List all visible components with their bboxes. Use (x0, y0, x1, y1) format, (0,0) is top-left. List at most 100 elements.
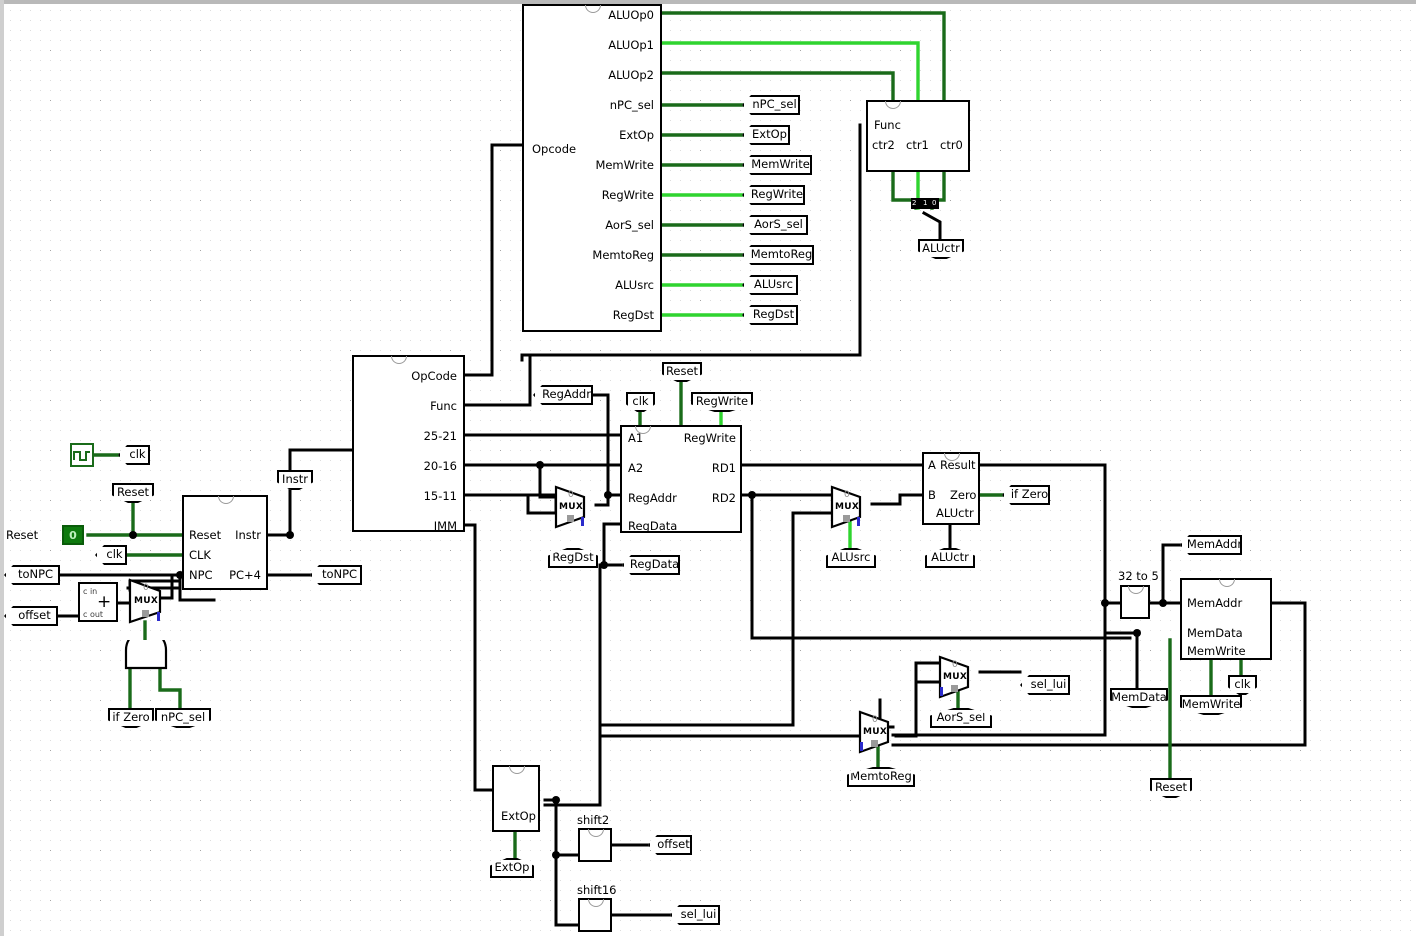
ifu-pin-npc: NPC (189, 568, 213, 582)
memory-block[interactable]: MemAddr MemData MemWrite (1180, 578, 1272, 660)
ifu-pin-clk: CLK (189, 548, 211, 562)
tag-alusrc[interactable]: ALUsrc (742, 275, 798, 295)
tag-regaddr[interactable]: RegAddr (533, 385, 593, 405)
tag-if-zero[interactable]: if Zero (1002, 485, 1050, 505)
regfile-pin-rd2: RD2 (711, 491, 736, 505)
wire-joiner-aluctr (921, 210, 942, 242)
mux-enable-pin-icon (581, 517, 584, 526)
regfile-pin-a2: A2 (628, 461, 644, 475)
wire-regaddr-tag (590, 393, 610, 497)
alu-pin-a: A (928, 458, 936, 472)
tag-aors-sel[interactable]: AorS_sel (742, 215, 808, 235)
junction-dot (286, 531, 294, 539)
wire-instr-to-decoder (288, 448, 354, 537)
mux-regdst[interactable]: 0 MUX (554, 485, 598, 529)
clock-source-icon[interactable] (70, 443, 94, 467)
block-notch-icon (585, 5, 601, 13)
func-pin-ctr2: ctr2 (872, 138, 895, 152)
control-pin-memtoreg: MemtoReg (592, 248, 654, 262)
alu-pin-aluctr: ALUctr (936, 506, 974, 520)
wire-aluop0 (660, 11, 946, 102)
tag-regdst[interactable]: RegDst (742, 305, 798, 325)
mux-alusrc[interactable]: 0 MUX (830, 485, 874, 529)
tag-offset-out[interactable]: offset (648, 835, 692, 855)
tag-memaddr[interactable]: MemAddr (1180, 535, 1242, 555)
tag-regwrite[interactable]: RegWrite (742, 185, 805, 205)
tag-tonpc-out[interactable]: toNPC (310, 565, 362, 585)
control-pin-memwrite: MemWrite (595, 158, 654, 172)
mux-enable-pin-icon (857, 517, 860, 526)
control-pin-alusrc: ALUsrc (615, 278, 654, 292)
func-pin-ctr1: ctr1 (906, 138, 929, 152)
regfile-pin-a1: A1 (628, 431, 644, 445)
junction-dot (552, 851, 560, 859)
junction-dot (1101, 599, 1109, 607)
regfile-pin-rd1: RD1 (711, 461, 736, 475)
instruction-decoder-block[interactable]: OpCode Func 25-21 20-16 15-11 IMM (352, 355, 465, 532)
mux-select-pin-icon (567, 515, 574, 522)
and-gate[interactable] (120, 628, 172, 670)
decoder-pin-25-21: 25-21 (423, 429, 457, 443)
regfile-pin-regwrite: RegWrite (683, 431, 736, 445)
control-pin-aluop2: ALUOp2 (608, 68, 654, 82)
block-notch-icon (1219, 579, 1235, 587)
control-unit-block[interactable]: Opcode ALUOp0 ALUOp1 ALUOp2 nPC_sel ExtO… (522, 4, 662, 332)
shift16-block[interactable] (578, 898, 612, 932)
ifu-block[interactable]: Reset CLK NPC Instr PC+4 (182, 495, 268, 590)
wire-imm-extop (463, 523, 494, 792)
mux-label: MUX (559, 502, 584, 512)
tag-sel-lui-in[interactable]: sel_lui (1020, 675, 1070, 695)
wire-ext-shift16 (543, 798, 580, 927)
tag-regdata[interactable]: RegData (622, 555, 680, 575)
mux-npc[interactable]: 0 MUX (128, 578, 168, 624)
junction-dot (604, 491, 612, 499)
tag-npc-sel[interactable]: nPC_sel (742, 95, 800, 115)
reset-input-pin[interactable]: 0 (62, 525, 84, 545)
bitwidth-converter-block[interactable] (1120, 585, 1150, 619)
wire-memaddr-tag (1161, 543, 1182, 605)
control-pin-regdst: RegDst (612, 308, 654, 322)
tag-offset-in[interactable]: offset (4, 606, 58, 626)
bus-joiner[interactable]: 2 1 0 (911, 198, 939, 209)
control-pin-regwrite: RegWrite (601, 188, 654, 202)
decoder-pin-imm: IMM (433, 519, 457, 533)
func-pin-ctr0: ctr0 (940, 138, 963, 152)
mux-select-pin-icon (871, 740, 878, 747)
ifu-pin-instr: Instr (235, 528, 261, 542)
mux-label: MUX (863, 727, 888, 737)
junction-dot (536, 461, 544, 469)
decoder-pin-15-11: 15-11 (423, 489, 457, 503)
wire-alusrc-out (870, 493, 924, 506)
tag-extop[interactable]: ExtOp (742, 125, 790, 145)
memory-pin-memaddr: MemAddr (1187, 596, 1243, 610)
shift2-block[interactable] (578, 828, 612, 862)
alu-pin-result: Result (940, 458, 976, 472)
mux-enable-pin-icon (157, 612, 160, 621)
reset-input-label: Reset (6, 528, 39, 542)
block-notch-icon (588, 829, 604, 837)
control-pin-aluop1: ALUOp1 (608, 38, 654, 52)
tag-memtoreg[interactable]: MemtoReg (742, 245, 814, 265)
tag-tonpc-in[interactable]: toNPC (4, 565, 60, 585)
junction-dot (552, 796, 560, 804)
mux-select-0-label: 0 (872, 715, 878, 725)
func-decoder-block[interactable]: Func ctr2 ctr1 ctr0 (866, 100, 970, 172)
alu-block[interactable]: A Result B Zero ALUctr (922, 452, 980, 525)
junction-dot (748, 491, 756, 499)
wire-decoder-func (463, 353, 532, 407)
mux-aors-sel[interactable]: 0 MUX (938, 655, 982, 699)
joiner-bit-0: 0 (932, 199, 937, 207)
junction-dot (600, 561, 608, 569)
adder-block[interactable]: c in c out + (78, 582, 118, 622)
extop-block[interactable]: ExtOp (492, 765, 540, 832)
mux-memtoreg[interactable]: 0 MUX (858, 710, 902, 754)
tag-memwrite[interactable]: MemWrite (742, 155, 812, 175)
joiner-bit-1: 1 (923, 199, 928, 207)
mux-select-0-label: 0 (143, 583, 149, 593)
mux-select-0-label: 0 (952, 660, 958, 670)
regfile-pin-regdata: RegData (628, 519, 678, 533)
mux-select-pin-icon (142, 610, 149, 617)
register-file-block[interactable]: A1 A2 RegAddr RegData RegWrite RD1 RD2 (620, 425, 742, 533)
control-unit-label: Opcode (532, 142, 577, 156)
tag-sel-lui-out[interactable]: sel_lui (670, 905, 720, 925)
